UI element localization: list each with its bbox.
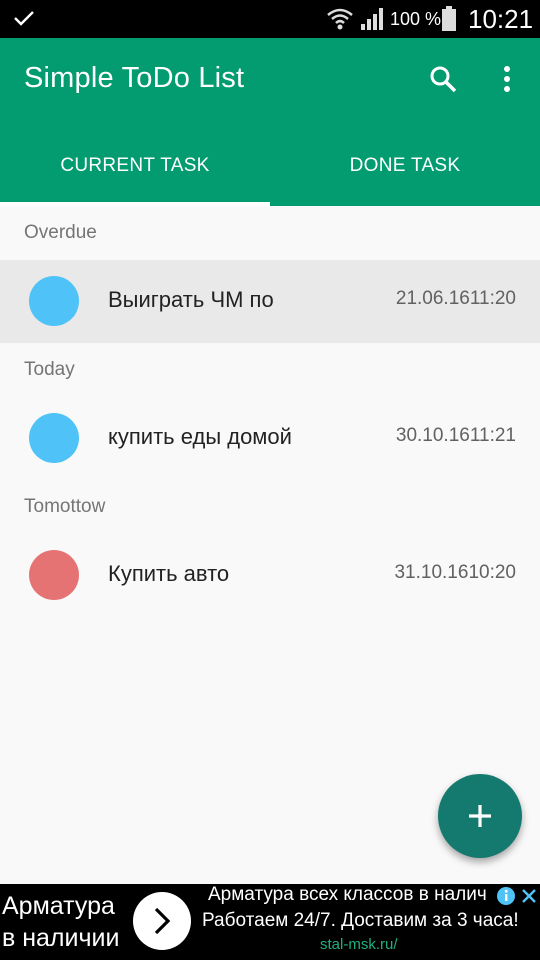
task-name: Купить авто [108, 561, 230, 586]
plus-icon [469, 805, 491, 827]
ad-banner[interactable]: Арматура в наличии Арматура всех классов… [0, 884, 540, 960]
task-item[interactable]: Выиграть ЧМ по 21.06.1611:20 [0, 260, 540, 343]
task-datetime: 30.10.1611:21 [395, 425, 516, 446]
chevron-right-icon [154, 907, 171, 935]
ad-url[interactable]: stal-msk.ru/ [320, 936, 398, 953]
task-item[interactable]: купить еды домой 30.10.1611:21 [0, 397, 540, 480]
info-icon[interactable] [496, 886, 516, 906]
section-header-tomorrow: Tomottow [24, 496, 106, 517]
wifi-icon [327, 8, 353, 30]
section-header-today: Today [24, 359, 75, 380]
ad-headline-line-2: в наличии [2, 924, 120, 952]
battery-percent: 100 % [390, 9, 442, 29]
more-vert-icon[interactable] [496, 64, 518, 94]
tab-done-task[interactable]: DONE TASK [270, 136, 540, 206]
status-bar: 100 % 10:21 [0, 0, 540, 38]
ad-text-line-1: Арматура всех классов в налич [208, 884, 487, 905]
task-color-dot [29, 550, 79, 600]
close-icon[interactable] [520, 886, 538, 906]
ad-text-line-2: Работаем 24/7. Доставим за 3 часа! [202, 910, 519, 931]
task-color-dot [29, 276, 79, 326]
task-name: купить еды домой [108, 424, 292, 449]
clock: 10:21 [468, 4, 534, 34]
add-task-button[interactable] [438, 774, 522, 858]
task-datetime: 21.06.1611:20 [395, 288, 516, 309]
task-item[interactable]: Купить авто 31.10.1610:20 [0, 534, 540, 617]
task-color-dot [29, 413, 79, 463]
task-list: Overdue Выиграть ЧМ по 21.06.1611:20 Tod… [0, 206, 540, 617]
ad-headline: Арматура в наличии [2, 890, 119, 954]
tab-current-task[interactable]: CURRENT TASK [0, 136, 270, 206]
battery-icon [442, 6, 456, 31]
app-bar: Simple ToDo List CURRENT TASK DONE TASK [0, 38, 540, 206]
task-datetime: 31.10.1610:20 [394, 562, 516, 583]
ad-headline-line-1: Арматура [2, 892, 115, 920]
search-icon[interactable] [428, 64, 458, 94]
section-header-overdue: Overdue [24, 222, 97, 243]
check-icon [14, 11, 34, 26]
ad-open-button[interactable] [133, 892, 191, 950]
task-name: Выиграть ЧМ по [108, 287, 274, 312]
signal-icon [361, 8, 383, 30]
app-title: Simple ToDo List [24, 62, 245, 94]
